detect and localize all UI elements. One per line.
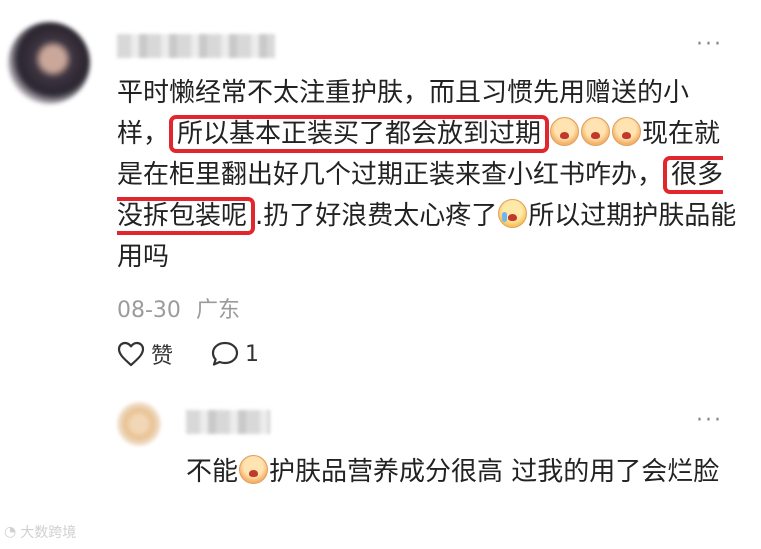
username-blurred[interactable] [117, 34, 275, 58]
like-label: 赞 [151, 344, 174, 369]
sob-emoji-icon [581, 117, 611, 146]
crying-emoji-icon [498, 199, 528, 228]
comment-meta: 08-30 广东 [117, 292, 240, 324]
comment-text: 平时懒经常不太注重护肤，而且习惯先用赠送的小样， 所以基本正装买了都会放到过期 现在… [117, 73, 737, 278]
avatar[interactable] [8, 22, 90, 104]
reply-count: 1 [245, 341, 260, 367]
comment-location: 广东 [195, 298, 240, 323]
comment-text-part: .扔了好浪费太心疼了 [255, 201, 498, 231]
more-options-icon[interactable]: ··· [696, 34, 723, 56]
sob-emoji-icon [550, 117, 580, 146]
reply-text-part: 护肤品营养成分很高 过我的用了会烂脸 [269, 457, 720, 487]
like-button[interactable]: 赞 [117, 338, 173, 370]
watermark: ◔ 大数跨境 [4, 522, 76, 542]
reply-button[interactable]: 1 [211, 341, 259, 367]
reply-more-options-icon[interactable]: ··· [696, 410, 723, 432]
sob-emoji-icon [239, 455, 269, 484]
reply-text-part: 不能 [186, 457, 239, 487]
reply-username-blurred[interactable] [186, 410, 270, 434]
highlight-text-1: 所以基本正装买了都会放到过期 [177, 119, 542, 149]
watermark-text: 大数跨境 [20, 525, 77, 541]
comment-date: 08-30 [117, 298, 181, 323]
reply-avatar[interactable] [117, 402, 161, 446]
sob-emoji-icon [612, 117, 642, 146]
highlight-box-1: 所以基本正装买了都会放到过期 [169, 115, 550, 153]
heart-icon [117, 341, 145, 367]
comment-bubble-icon [211, 341, 239, 366]
reply-text: 不能 护肤品营养成分很高 过我的用了会烂脸 [186, 452, 726, 492]
watermark-logo-icon: ◔ [4, 524, 17, 540]
comment-actions: 赞 1 [117, 338, 259, 370]
